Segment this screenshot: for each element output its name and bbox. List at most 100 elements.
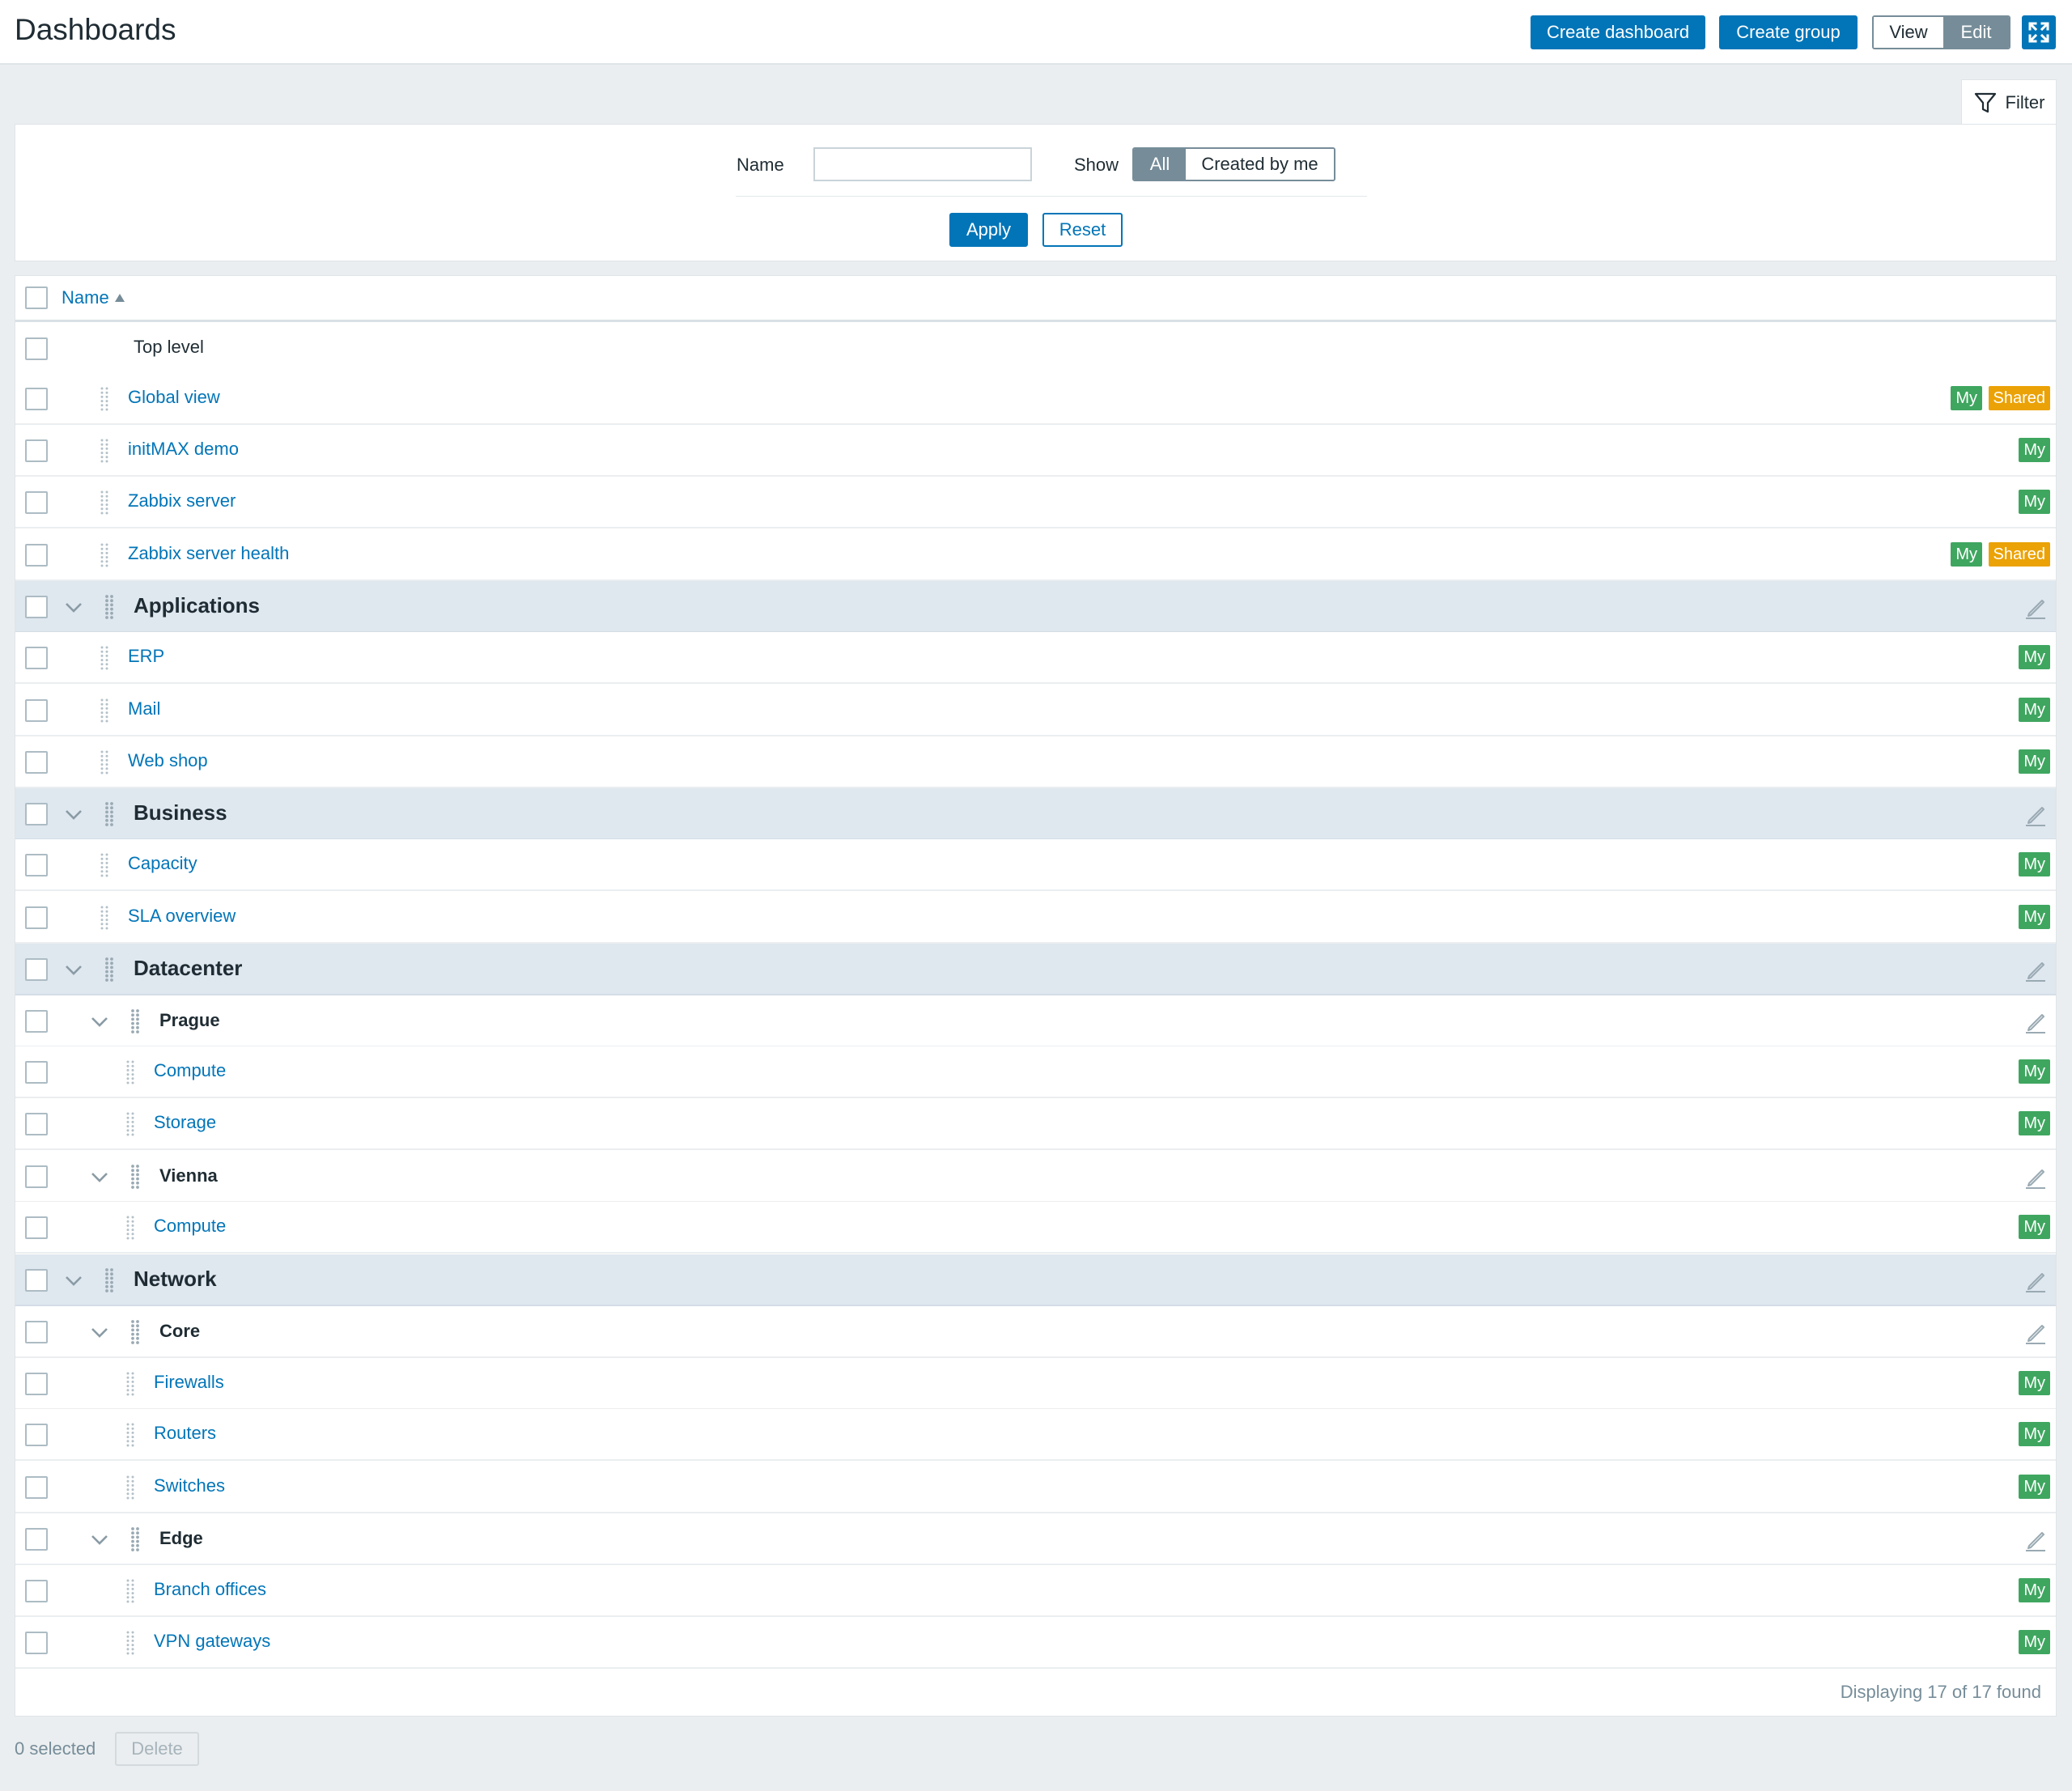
drag-handle-icon[interactable] [131, 1008, 141, 1034]
show-created-by-me-option[interactable]: Created by me [1186, 149, 1334, 180]
name-filter-input[interactable] [813, 147, 1032, 181]
dashboard-link[interactable]: Zabbix server [128, 490, 236, 511]
dashboard-link[interactable]: Routers [154, 1423, 216, 1444]
chevron-down-icon[interactable] [62, 958, 85, 981]
row-checkbox[interactable] [25, 1632, 48, 1654]
chevron-down-icon[interactable] [88, 1321, 111, 1343]
edit-mode-button[interactable]: Edit [1943, 17, 2009, 48]
dashboard-link[interactable]: Branch offices [154, 1579, 266, 1600]
row-checkbox[interactable] [25, 1113, 48, 1135]
row-checkbox[interactable] [25, 1373, 48, 1395]
dashboard-link[interactable]: Web shop [128, 750, 208, 771]
row-checkbox[interactable] [25, 958, 48, 981]
table-row: Global view Shared My [15, 373, 2056, 425]
row-checkbox[interactable] [25, 854, 48, 876]
chevron-down-icon[interactable] [62, 1269, 85, 1292]
row-checkbox[interactable] [25, 1424, 48, 1446]
row-checkbox[interactable] [25, 751, 48, 774]
pencil-icon[interactable] [2023, 596, 2047, 620]
row-checkbox[interactable] [25, 1061, 48, 1084]
drag-handle-icon[interactable] [125, 1371, 135, 1397]
reset-button[interactable]: Reset [1042, 213, 1123, 247]
drag-handle-icon[interactable] [125, 1422, 135, 1448]
pencil-icon[interactable] [2023, 1010, 2047, 1034]
drag-handle-icon[interactable] [125, 1059, 135, 1085]
drag-handle-icon[interactable] [105, 957, 115, 983]
drag-handle-icon[interactable] [100, 490, 109, 516]
pencil-icon[interactable] [2023, 803, 2047, 827]
dashboard-link[interactable]: Storage [154, 1112, 216, 1133]
drag-handle-icon[interactable] [100, 645, 109, 671]
row-checkbox[interactable] [25, 647, 48, 669]
drag-handle-icon[interactable] [105, 1267, 115, 1293]
apply-button[interactable]: Apply [949, 213, 1028, 247]
row-checkbox[interactable] [25, 1010, 48, 1033]
chevron-down-icon[interactable] [88, 1165, 111, 1188]
drag-handle-icon[interactable] [100, 749, 109, 775]
row-checkbox[interactable] [25, 1580, 48, 1602]
chevron-down-icon[interactable] [62, 596, 85, 618]
dashboard-link[interactable]: Firewalls [154, 1372, 224, 1393]
row-checkbox[interactable] [25, 1528, 48, 1551]
row-checkbox[interactable] [25, 803, 48, 825]
dashboard-link[interactable]: Switches [154, 1475, 225, 1496]
create-group-button[interactable]: Create group [1719, 15, 1858, 49]
dashboard-link[interactable]: initMAX demo [128, 439, 239, 460]
pencil-icon[interactable] [2023, 1528, 2047, 1552]
chevron-down-icon[interactable] [88, 1528, 111, 1551]
dashboard-link[interactable]: Compute [154, 1060, 226, 1081]
row-checkbox[interactable] [25, 337, 48, 360]
dashboard-link[interactable]: SLA overview [128, 906, 236, 927]
row-checkbox[interactable] [25, 906, 48, 929]
dashboard-link[interactable]: Mail [128, 698, 160, 719]
pencil-icon[interactable] [2023, 1165, 2047, 1190]
chevron-down-icon[interactable] [62, 803, 85, 825]
dashboard-link[interactable]: Compute [154, 1216, 226, 1237]
drag-handle-icon[interactable] [131, 1164, 141, 1190]
drag-handle-icon[interactable] [100, 542, 109, 568]
fullscreen-button[interactable] [2022, 15, 2056, 49]
drag-handle-icon[interactable] [100, 438, 109, 464]
show-all-option[interactable]: All [1134, 149, 1186, 180]
drag-handle-icon[interactable] [131, 1526, 141, 1552]
filter-tab[interactable]: Filter [1961, 79, 2057, 125]
row-checkbox[interactable] [25, 439, 48, 462]
drag-handle-icon[interactable] [125, 1630, 135, 1656]
delete-button[interactable]: Delete [115, 1732, 199, 1766]
dashboard-link[interactable]: ERP [128, 646, 164, 667]
drag-handle-icon[interactable] [100, 386, 109, 412]
drag-handle-icon[interactable] [105, 594, 115, 620]
drag-handle-icon[interactable] [100, 698, 109, 724]
chevron-down-icon[interactable] [88, 1010, 111, 1033]
drag-handle-icon[interactable] [125, 1111, 135, 1137]
drag-handle-icon[interactable] [125, 1475, 135, 1500]
dashboard-link[interactable]: Zabbix server health [128, 543, 289, 564]
row-checkbox[interactable] [25, 596, 48, 618]
dashboard-link[interactable]: Global view [128, 387, 220, 408]
row-checkbox[interactable] [25, 1165, 48, 1188]
pencil-icon[interactable] [2023, 1269, 2047, 1293]
row-checkbox[interactable] [25, 491, 48, 514]
drag-handle-icon[interactable] [131, 1319, 141, 1345]
row-checkbox[interactable] [25, 1269, 48, 1292]
select-all-checkbox[interactable] [25, 286, 48, 309]
pencil-icon[interactable] [2023, 958, 2047, 983]
name-column-header[interactable]: Name [62, 287, 125, 308]
row-checkbox[interactable] [25, 388, 48, 410]
group-name: Datacenter [134, 956, 243, 980]
dashboard-link[interactable]: VPN gateways [154, 1631, 270, 1652]
drag-handle-icon[interactable] [100, 905, 109, 931]
row-checkbox[interactable] [25, 1216, 48, 1239]
row-checkbox[interactable] [25, 699, 48, 722]
drag-handle-icon[interactable] [125, 1578, 135, 1604]
view-mode-button[interactable]: View [1874, 17, 1943, 48]
pencil-icon[interactable] [2023, 1321, 2047, 1345]
row-checkbox[interactable] [25, 544, 48, 567]
row-checkbox[interactable] [25, 1321, 48, 1343]
drag-handle-icon[interactable] [100, 852, 109, 878]
drag-handle-icon[interactable] [105, 801, 115, 827]
drag-handle-icon[interactable] [125, 1215, 135, 1241]
row-checkbox[interactable] [25, 1476, 48, 1499]
create-dashboard-button[interactable]: Create dashboard [1531, 15, 1705, 49]
dashboard-link[interactable]: Capacity [128, 853, 197, 874]
